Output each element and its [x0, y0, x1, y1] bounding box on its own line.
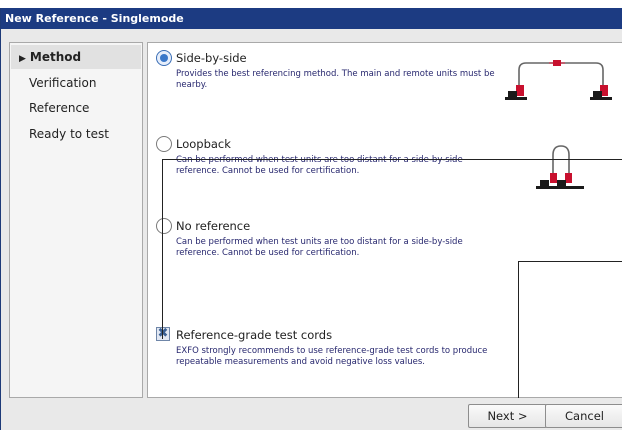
no-reference-label: No reference: [176, 219, 251, 233]
loopback-description: Can be performed when test units are too…: [176, 155, 463, 176]
reference-grade-description: EXFO strongly recommends to use referenc…: [176, 346, 488, 367]
two-units-connected-icon: [505, 60, 612, 100]
side-by-side-description: Provides the best referencing method. Th…: [176, 69, 495, 90]
annotation-line-horizontal: [518, 261, 622, 262]
option-loopback[interactable]: Loopback Can be performed when test unit…: [156, 136, 496, 186]
option-no-reference[interactable]: No reference Can be performed when test …: [156, 218, 496, 268]
loopback-radio[interactable]: [156, 136, 172, 152]
wizard-step-ready-to-test[interactable]: Ready to test: [11, 122, 141, 146]
wizard-step-label: Reference: [29, 101, 90, 115]
wizard-step-reference[interactable]: Reference: [11, 96, 141, 120]
loopback-unit-icon: [536, 145, 584, 189]
no-reference-radio[interactable]: [156, 218, 172, 234]
side-by-side-label: Side-by-side: [176, 51, 247, 65]
annotation-line-vertical: [518, 261, 519, 416]
option-side-by-side[interactable]: Side-by-side Provides the best referenci…: [156, 50, 496, 100]
wizard-step-label: Verification: [29, 76, 97, 90]
wizard-step-list: ▶ Method Verification Reference Ready to …: [9, 42, 143, 398]
current-step-arrow-icon: ▶: [19, 54, 26, 64]
x-mark-icon: ✖: [157, 326, 169, 341]
reference-grade-checkbox[interactable]: ✖: [156, 327, 170, 341]
reference-grade-option[interactable]: ✖ Reference-grade test cords EXFO strong…: [156, 327, 496, 377]
wizard-step-label: Method: [29, 50, 82, 64]
wizard-step-method[interactable]: ▶ Method: [11, 45, 141, 69]
button-bar: Next > Cancel: [1, 398, 622, 430]
dialog-body: ▶ Method Verification Reference Ready to …: [1, 29, 622, 430]
method-options-panel: Side-by-side Provides the best referenci…: [147, 42, 622, 416]
cancel-button[interactable]: Cancel: [545, 404, 622, 428]
no-reference-description: Can be performed when test units are too…: [176, 237, 463, 258]
dialog-title: New Reference - Singlemode: [1, 8, 622, 29]
new-reference-dialog: New Reference - Singlemode ▶ Method Verif…: [0, 8, 622, 430]
wizard-step-label: Ready to test: [29, 127, 109, 141]
side-by-side-radio[interactable]: [156, 50, 172, 66]
next-button[interactable]: Next >: [468, 404, 547, 428]
loopback-label: Loopback: [176, 137, 231, 151]
reference-grade-label: Reference-grade test cords: [176, 328, 333, 342]
wizard-step-verification[interactable]: Verification: [11, 71, 141, 95]
